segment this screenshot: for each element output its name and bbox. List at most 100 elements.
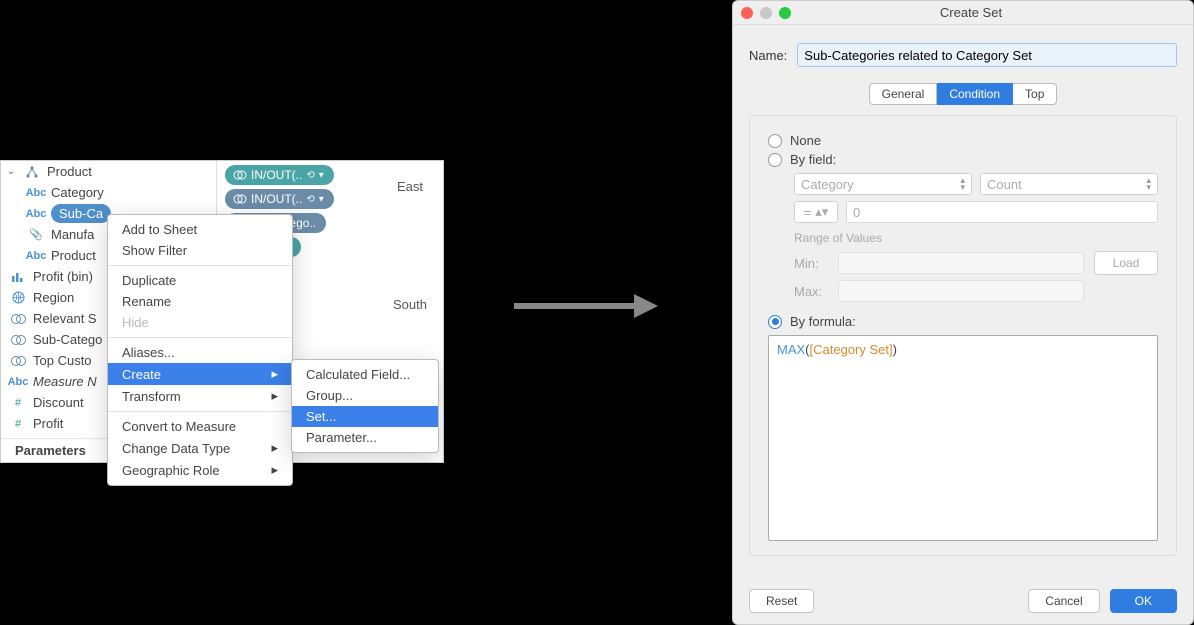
field-label: Category (51, 185, 104, 200)
stepper-arrows-icon: ▴▾ (1146, 177, 1151, 191)
submenu-arrow-icon: ▸ (271, 462, 278, 478)
sub-parameter[interactable]: Parameter... (292, 427, 438, 448)
ctx-label: Geographic Role (122, 463, 220, 478)
field-label: Profit (bin) (33, 269, 93, 284)
submenu-arrow-icon: ▸ (271, 388, 278, 404)
sub-calc-field[interactable]: Calculated Field... (292, 364, 438, 385)
link-icon: ⟲ (306, 170, 314, 181)
formula-textarea[interactable]: MAX([Category Set]) (768, 335, 1158, 541)
radio-none[interactable]: None (768, 133, 1158, 148)
dropdown-caret-icon: ▾ (319, 170, 324, 181)
ctx-label: Set... (306, 409, 336, 424)
radio-by-formula[interactable]: By formula: (768, 314, 1158, 329)
ctx-create[interactable]: Create ▸ (108, 363, 292, 385)
ctx-convert[interactable]: Convert to Measure (108, 416, 292, 437)
formula-fn: MAX (777, 342, 805, 357)
min-input (838, 252, 1084, 274)
ctx-geo[interactable]: Geographic Role ▸ (108, 459, 292, 481)
titlebar: Create Set (733, 1, 1193, 25)
ctx-add-to-sheet[interactable]: Add to Sheet (108, 219, 292, 240)
set-name-input[interactable] (797, 43, 1177, 67)
ctx-label: Convert to Measure (122, 419, 236, 434)
select-value: Category (801, 177, 854, 192)
tab-top[interactable]: Top (1013, 83, 1057, 105)
tab-general[interactable]: General (869, 83, 938, 105)
pill-inout-a[interactable]: IN/OUT(.. ⟲ ▾ (225, 165, 334, 185)
ctx-label: Create (122, 367, 161, 382)
field-label: Measure N (33, 374, 97, 389)
pill-label: IN/OUT(.. (251, 168, 302, 182)
field-label: Sub-Catego (33, 332, 102, 347)
separator (108, 265, 292, 266)
value-text: 0 (853, 205, 860, 220)
group-product[interactable]: ⌄ Product (1, 161, 216, 182)
dropdown-caret-icon: ▾ (319, 194, 324, 205)
ok-button[interactable]: OK (1110, 589, 1177, 613)
stepper-arrows-icon: ▴▾ (960, 177, 965, 191)
ctx-label: Parameter... (306, 430, 377, 445)
ctx-label: Calculated Field... (306, 367, 410, 382)
min-label: Min: (794, 256, 828, 271)
submenu-arrow-icon: ▸ (271, 440, 278, 456)
max-input (838, 280, 1084, 302)
formula-close: ) (893, 342, 897, 357)
text-type-icon: Abc (25, 187, 47, 199)
set-icon (233, 169, 247, 181)
select-value: Count (987, 177, 1022, 192)
radio-icon (768, 153, 782, 167)
sub-set[interactable]: Set... (292, 406, 438, 427)
tableau-sidebar-slice: ⌄ Product Abc Category Abc Sub-Ca 📎 Manu… (0, 160, 444, 463)
reset-button[interactable]: Reset (749, 589, 814, 613)
set-icon (7, 334, 29, 346)
dialog-title: Create Set (749, 5, 1193, 20)
ctx-show-filter[interactable]: Show Filter (108, 240, 292, 261)
range-of-values-label: Range of Values (794, 231, 1158, 245)
cancel-button[interactable]: Cancel (1028, 589, 1099, 613)
radio-label: By field: (790, 152, 836, 167)
ctx-label: Hide (122, 315, 149, 330)
context-menu: Add to Sheet Show Filter Duplicate Renam… (107, 214, 293, 486)
aggregation-select: Count ▴▾ (980, 173, 1158, 195)
ctx-label: Rename (122, 294, 171, 309)
ctx-hide: Hide (108, 312, 292, 333)
field-category[interactable]: Abc Category (1, 182, 216, 203)
field-label: Profit (33, 416, 63, 431)
tab-bar: General Condition Top (749, 83, 1177, 105)
field-label: Region (33, 290, 74, 305)
field-label: Top Custo (33, 353, 92, 368)
ctx-change-type[interactable]: Change Data Type▸ (108, 437, 292, 459)
ctx-duplicate[interactable]: Duplicate (108, 270, 292, 291)
load-button: Load (1094, 251, 1158, 275)
pill-inout-b[interactable]: IN/OUT(.. ⟲ ▾ (225, 189, 334, 209)
create-set-dialog: Create Set Name: General Condition Top N… (732, 0, 1194, 625)
row-header-east: East (397, 179, 423, 194)
formula-field: [Category Set] (810, 342, 893, 357)
ctx-label: Group... (306, 388, 353, 403)
name-label: Name: (749, 48, 787, 63)
radio-by-field[interactable]: By field: (768, 152, 1158, 167)
operator-select: = ▴▾ (794, 201, 838, 223)
field-label: Product (51, 248, 96, 263)
value-input: 0 (846, 201, 1158, 223)
ctx-label: Show Filter (122, 243, 187, 258)
ctx-transform[interactable]: Transform ▸ (108, 385, 292, 407)
ctx-label: Transform (122, 389, 181, 404)
number-type-icon: # (7, 397, 29, 409)
text-type-icon: Abc (25, 208, 47, 220)
ctx-aliases[interactable]: Aliases... (108, 342, 292, 363)
submenu-arrow-icon: ▸ (271, 366, 278, 382)
by-field-controls: Category ▴▾ Count ▴▾ = ▴▾ 0 Range of Val (794, 173, 1158, 302)
separator (108, 411, 292, 412)
tab-condition[interactable]: Condition (937, 83, 1013, 105)
attachment-icon: 📎 (25, 228, 47, 241)
radio-label: By formula: (790, 314, 856, 329)
field-select: Category ▴▾ (794, 173, 972, 195)
bin-icon (7, 271, 29, 283)
sub-group[interactable]: Group... (292, 385, 438, 406)
field-label-selected: Sub-Ca (51, 204, 111, 223)
ctx-label: Duplicate (122, 273, 176, 288)
max-label: Max: (794, 284, 828, 299)
field-label: Discount (33, 395, 84, 410)
ctx-rename[interactable]: Rename (108, 291, 292, 312)
set-icon (7, 313, 29, 325)
